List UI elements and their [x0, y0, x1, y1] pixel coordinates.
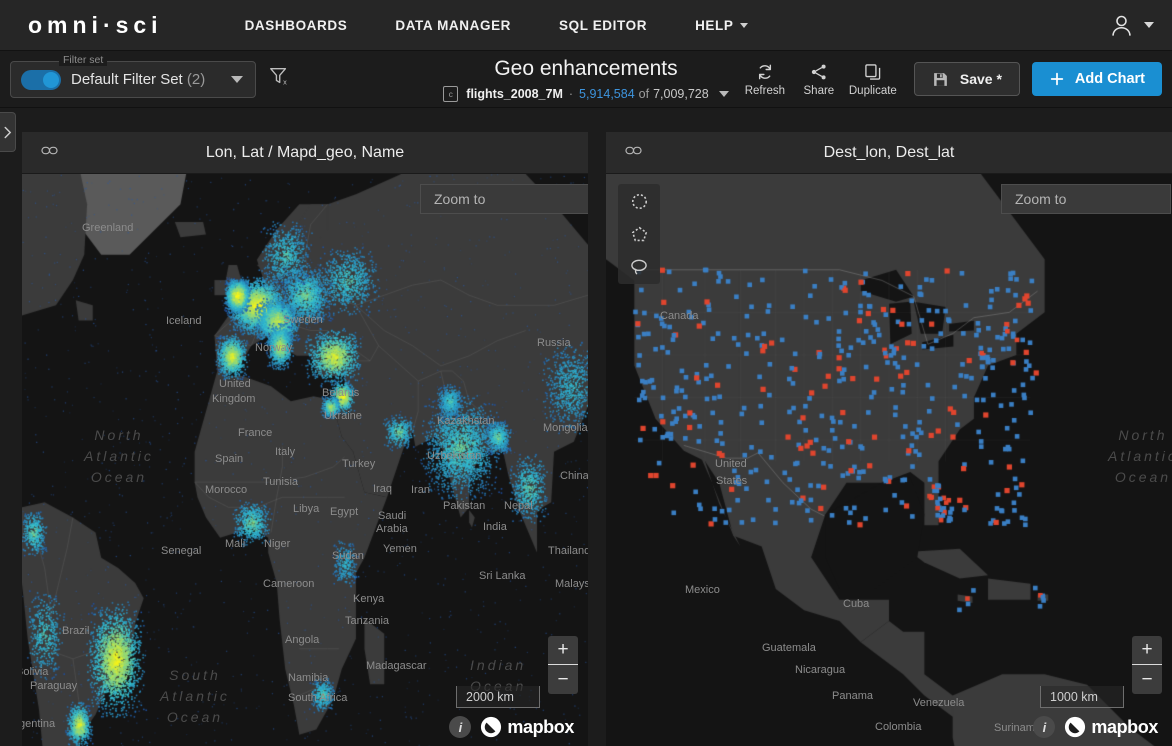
refresh-icon	[758, 64, 771, 79]
mapbox-label: mapbox	[507, 716, 574, 737]
main-nav-links: DASHBOARDS DATA MANAGER SQL EDITOR HELP	[221, 0, 773, 50]
chart-header: Lon, Lat / Mapd_geo, Name	[22, 132, 588, 174]
save-button[interactable]: Save *	[913, 62, 1020, 96]
chart-title: Lon, Lat / Mapd_geo, Name	[205, 143, 405, 161]
filter-set-name: Default Filter Set	[71, 71, 183, 88]
add-chart-button[interactable]: Add Chart	[1031, 62, 1162, 96]
mapbox-logo[interactable]: mapbox	[1064, 716, 1158, 738]
add-chart-label: Add Chart	[1074, 71, 1145, 87]
page-title: Geo enhancements	[494, 57, 678, 80]
mapbox-logo[interactable]: mapbox	[480, 716, 574, 738]
tool-label: Share	[803, 84, 835, 97]
filter-set-selector[interactable]: Filter set Default Filter Set (2)	[10, 54, 256, 98]
map-attribution-right: i mapbox	[1033, 716, 1158, 738]
svg-text:x: x	[283, 77, 287, 86]
zoom-out-button[interactable]: −	[1132, 665, 1162, 694]
refresh-button[interactable]: Refresh	[738, 62, 792, 97]
dashboard-toolbar: Filter set Default Filter Set (2) x Geo …	[0, 51, 1172, 108]
tool-label: Duplicate	[848, 84, 897, 97]
zoom-to-input-right[interactable]: Zoom to	[1001, 184, 1171, 214]
zoom-to-placeholder: Zoom to	[1015, 191, 1067, 207]
database-icon: c	[443, 86, 459, 102]
map-scale-bar-left: 2000 km	[456, 686, 540, 708]
save-label: Save *	[959, 71, 1002, 87]
clear-filters-button[interactable]: x	[268, 65, 290, 92]
omnisci-logo[interactable]: omni·sci	[28, 12, 163, 39]
zoom-out-button[interactable]: −	[548, 665, 578, 694]
dashboard-data-source: c flights_2008_7M · 5,914,584 of 7,009,7…	[443, 86, 729, 102]
map-draw-tools	[618, 184, 660, 284]
clear-filter-icon: x	[270, 67, 287, 86]
info-icon[interactable]: i	[449, 716, 472, 738]
top-navigation-bar: omni·sci DASHBOARDS DATA MANAGER SQL EDI…	[0, 0, 1172, 51]
circle-select-icon[interactable]	[630, 190, 649, 212]
map-attribution-left: i mapbox	[449, 716, 574, 738]
table-name: flights_2008_7M	[466, 87, 563, 101]
map-viewport-right[interactable]: Canada United States Mexico Cuba Guatemala Nic…	[606, 174, 1172, 746]
filter-set-count: (2)	[186, 71, 206, 88]
nav-label: DATA MANAGER	[395, 17, 512, 33]
sidebar-expand-toggle[interactable]	[0, 112, 16, 152]
dashboard-actions: Refresh Share Duplicate Save * Add Chart	[738, 51, 1162, 107]
map-scale-bar-right: 1000 km	[1040, 686, 1124, 708]
nav-item-dashboards[interactable]: DASHBOARDS	[221, 0, 372, 50]
user-avatar-icon	[1112, 15, 1131, 36]
chart-panel-left: Lon, Lat / Mapd_geo, Name SvalbardGreenl…	[22, 132, 588, 746]
separator: ·	[568, 87, 574, 101]
map-canvas-left[interactable]	[22, 174, 588, 746]
link-icon[interactable]	[624, 141, 643, 165]
mapbox-mark-icon	[1065, 716, 1086, 738]
chevron-right-icon	[4, 126, 12, 138]
nav-label: DASHBOARDS	[244, 17, 348, 33]
chevron-down-icon	[231, 76, 243, 83]
chart-title: Dest_lon, Dest_lat	[823, 143, 955, 161]
map-zoom-controls-right: + −	[1132, 636, 1162, 694]
filter-set-legend: Filter set	[59, 54, 108, 66]
duplicate-button[interactable]: Duplicate	[846, 62, 900, 97]
chart-header: Dest_lon, Dest_lat	[606, 132, 1172, 174]
nav-item-data-manager[interactable]: DATA MANAGER	[371, 0, 535, 50]
lasso-select-icon[interactable]	[629, 256, 649, 278]
share-icon	[811, 64, 826, 79]
filtered-row-count: 5,914,584	[579, 87, 635, 101]
plus-icon	[1050, 72, 1064, 86]
filter-set-label: Default Filter Set (2)	[71, 71, 205, 88]
link-icon[interactable]	[40, 141, 59, 165]
filter-set-toggle[interactable]	[21, 69, 61, 90]
nav-item-help[interactable]: HELP	[671, 0, 772, 50]
total-row-count: 7,009,728	[653, 87, 709, 101]
row-count-of-label: of	[638, 87, 650, 101]
info-icon[interactable]: i	[1033, 716, 1056, 738]
save-disk-icon	[933, 72, 947, 86]
nav-label: SQL EDITOR	[559, 17, 648, 33]
map-canvas-right[interactable]	[606, 174, 1172, 746]
user-account-menu[interactable]	[1108, 0, 1154, 50]
duplicate-icon	[865, 63, 881, 80]
zoom-in-button[interactable]: +	[548, 636, 578, 665]
map-zoom-controls-left: + −	[548, 636, 578, 694]
zoom-to-input-left[interactable]: Zoom to	[420, 184, 588, 214]
map-viewport-left[interactable]: SvalbardGreenlandIcelandSwedenNorwayRuss…	[22, 174, 588, 746]
chevron-down-icon	[740, 22, 749, 28]
zoom-to-placeholder: Zoom to	[434, 191, 486, 207]
polygon-select-icon[interactable]	[630, 223, 649, 245]
share-button[interactable]: Share	[792, 62, 846, 97]
tool-label: Refresh	[744, 84, 785, 97]
mapbox-label: mapbox	[1091, 716, 1158, 737]
nav-label: HELP	[695, 17, 734, 33]
chevron-down-icon	[1144, 22, 1154, 28]
mapbox-mark-icon	[481, 716, 502, 738]
chevron-down-icon[interactable]	[718, 91, 729, 97]
zoom-in-button[interactable]: +	[1132, 636, 1162, 665]
nav-item-sql-editor[interactable]: SQL EDITOR	[535, 0, 671, 50]
chart-panel-right: Dest_lon, Dest_lat Canada United States Mex…	[606, 132, 1172, 746]
dashboard-body: Lon, Lat / Mapd_geo, Name SvalbardGreenl…	[0, 108, 1172, 746]
